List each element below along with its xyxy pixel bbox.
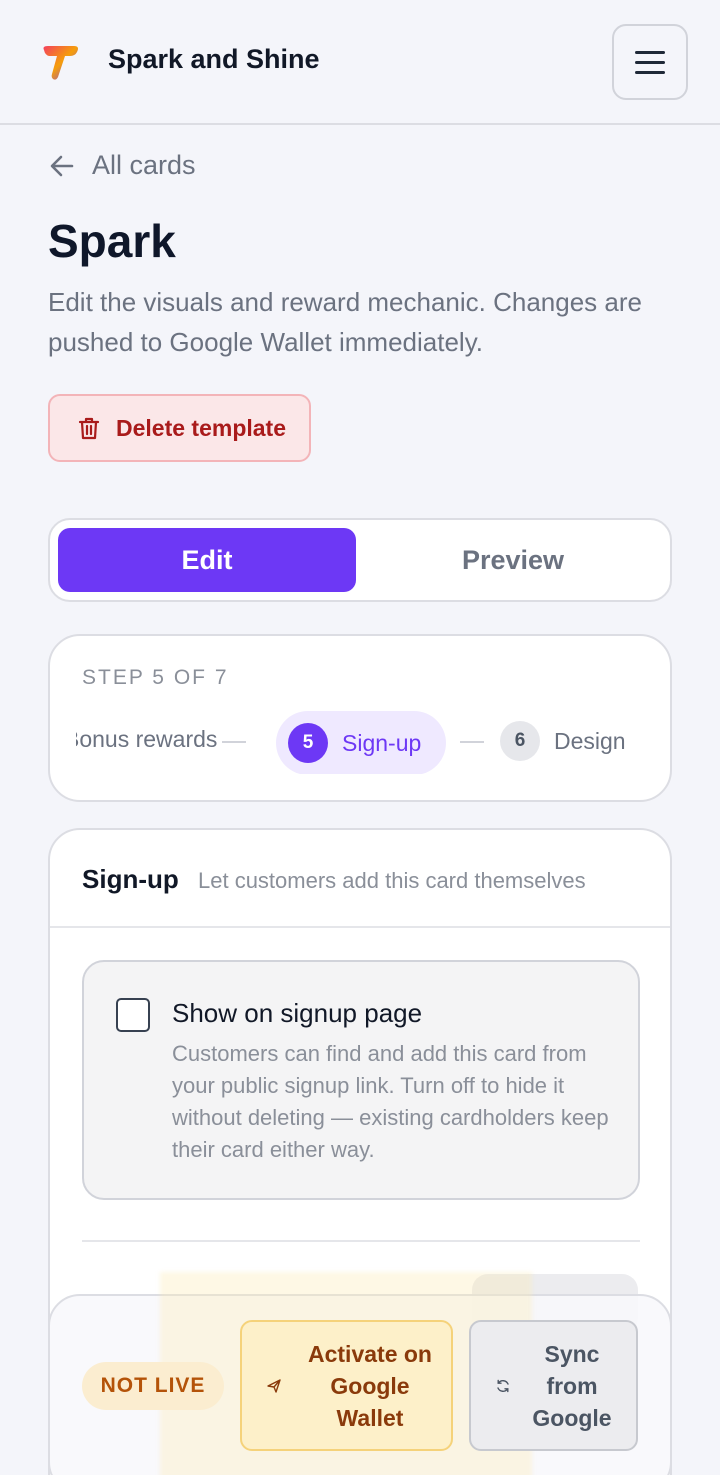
brand-name: Spark and Shine [108, 44, 320, 74]
brand-logo-icon[interactable] [40, 44, 80, 82]
step-next-label: Design [554, 727, 626, 754]
hamburger-icon [635, 50, 665, 54]
step-next[interactable]: 6 Design [500, 721, 626, 761]
show-on-signup-option[interactable]: Show on signup page Customers can find a… [82, 960, 640, 1200]
option-title: Show on signup page [172, 998, 423, 1028]
step-connector [460, 741, 484, 743]
step-previous[interactable]: Bonus rewards [76, 726, 217, 753]
step-progress-card: STEP 5 OF 7 Bonus rewards 5 Sign-up 6 De… [48, 634, 672, 802]
delete-template-button[interactable]: Delete template [48, 394, 311, 462]
section-header: Sign-up Let customers add this card them… [50, 830, 670, 928]
sync-label: Sync from Google [532, 1340, 612, 1431]
send-icon [267, 1378, 281, 1393]
delete-template-label: Delete template [116, 414, 287, 441]
steps-row: Bonus rewards 5 Sign-up 6 Design [76, 708, 646, 774]
arrow-left-icon [50, 155, 74, 176]
page-title: Spark [48, 215, 176, 267]
sync-from-google-button[interactable]: Sync from Google [469, 1320, 638, 1451]
activate-google-wallet-button[interactable]: Activate on Google Wallet [240, 1320, 453, 1451]
step-next-number: 6 [500, 721, 540, 761]
activate-label: Activate on Google Wallet [308, 1340, 432, 1431]
page-subtitle: Edit the visuals and reward mechanic. Ch… [48, 287, 642, 357]
step-connector [222, 741, 246, 743]
live-status-badge: NOT LIVE [82, 1362, 224, 1410]
trash-icon [78, 417, 100, 440]
refresh-icon [497, 1379, 509, 1392]
step-current[interactable]: 5 Sign-up [276, 711, 446, 774]
section-divider [82, 1240, 640, 1242]
step-current-label: Sign-up [342, 729, 422, 756]
section-description: Let customers add this card themselves [198, 868, 586, 893]
back-link[interactable]: All cards [48, 150, 196, 181]
top-bar: Spark and Shine [0, 0, 720, 125]
tab-edit[interactable]: Edit [58, 528, 356, 592]
section-title: Sign-up [82, 864, 179, 894]
step-counter: STEP 5 OF 7 [82, 666, 229, 689]
menu-button[interactable] [612, 24, 688, 100]
tab-preview[interactable]: Preview [364, 528, 662, 592]
step-current-number: 5 [288, 723, 328, 763]
show-on-signup-checkbox[interactable] [116, 998, 150, 1032]
back-link-label: All cards [92, 150, 196, 180]
mode-toggle: Edit Preview [48, 518, 672, 602]
option-description: Customers can find and add this card fro… [172, 1041, 609, 1162]
